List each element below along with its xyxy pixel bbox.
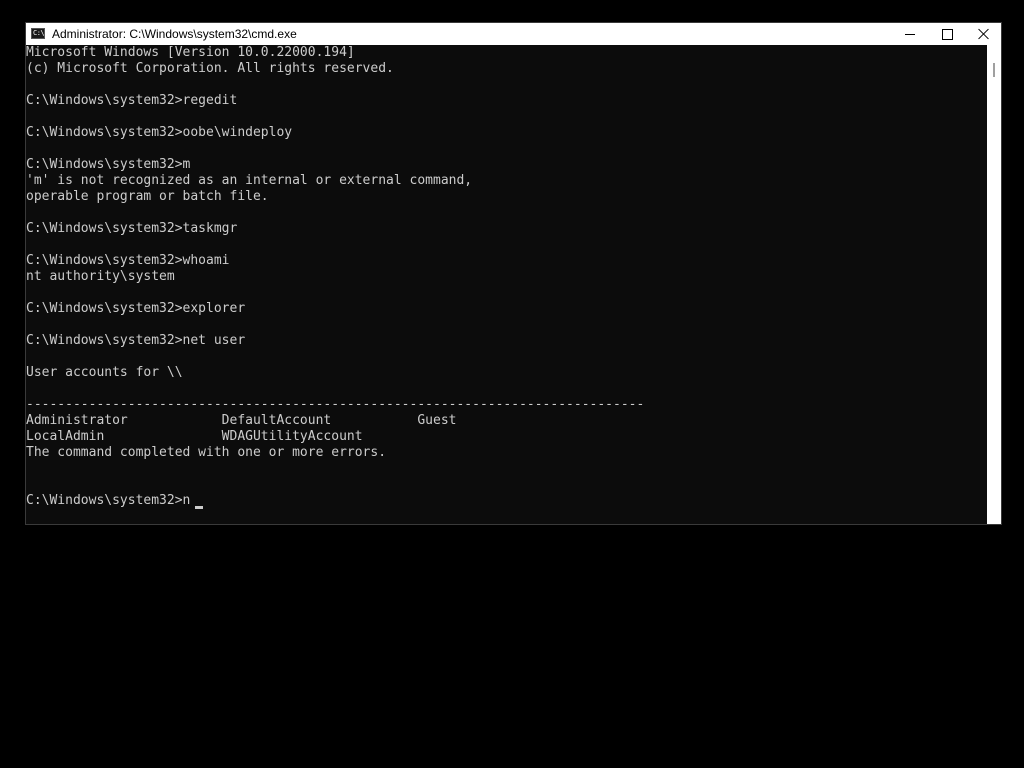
maximize-button[interactable] bbox=[928, 23, 966, 45]
close-icon bbox=[978, 28, 990, 40]
console-line: C:\Windows\system32>oobe\windeploy bbox=[26, 125, 293, 140]
console-line: C:\Windows\system32>explorer bbox=[26, 301, 246, 316]
close-button[interactable] bbox=[965, 23, 1003, 45]
console-line: C:\Windows\system32>regedit bbox=[26, 93, 238, 108]
cmd-window: C:\ Administrator: C:\Windows\system32\c… bbox=[25, 22, 1002, 525]
window-title: Administrator: C:\Windows\system32\cmd.e… bbox=[52, 27, 297, 41]
title-bar[interactable]: C:\ Administrator: C:\Windows\system32\c… bbox=[26, 23, 1001, 45]
console-line: ----------------------------------------… bbox=[26, 397, 645, 412]
console-line: Microsoft Windows [Version 10.0.22000.19… bbox=[26, 45, 355, 60]
console-line: User accounts for \\ bbox=[26, 365, 183, 380]
console-line: C:\Windows\system32>net user bbox=[26, 333, 246, 348]
console-line: C:\Windows\system32>m bbox=[26, 157, 191, 172]
console-output[interactable]: Microsoft Windows [Version 10.0.22000.19… bbox=[26, 45, 987, 524]
console-line: Administrator DefaultAccount Guest bbox=[26, 413, 457, 428]
minimize-icon bbox=[905, 34, 915, 35]
console-line: C:\Windows\system32>taskmgr bbox=[26, 221, 238, 236]
console-line: nt authority\system bbox=[26, 269, 175, 284]
cmd-icon-glyph: C:\ bbox=[33, 29, 45, 37]
vertical-scrollbar[interactable] bbox=[987, 45, 1001, 524]
console-line: C:\Windows\system32>whoami bbox=[26, 253, 230, 268]
console-line: operable program or batch file. bbox=[26, 189, 269, 204]
console-line: LocalAdmin WDAGUtilityAccount bbox=[26, 429, 363, 444]
console-line: (c) Microsoft Corporation. All rights re… bbox=[26, 61, 394, 76]
minimize-button[interactable] bbox=[891, 23, 929, 45]
maximize-icon bbox=[942, 29, 953, 40]
cmd-icon[interactable]: C:\ bbox=[31, 28, 45, 39]
console-line: C:\Windows\system32>n bbox=[26, 493, 191, 508]
scrollbar-thumb[interactable] bbox=[993, 63, 995, 77]
console-line: The command completed with one or more e… bbox=[26, 445, 387, 460]
console-line: 'm' is not recognized as an internal or … bbox=[26, 173, 473, 188]
text-cursor bbox=[195, 506, 203, 509]
console-text[interactable]: Microsoft Windows [Version 10.0.22000.19… bbox=[26, 45, 644, 509]
